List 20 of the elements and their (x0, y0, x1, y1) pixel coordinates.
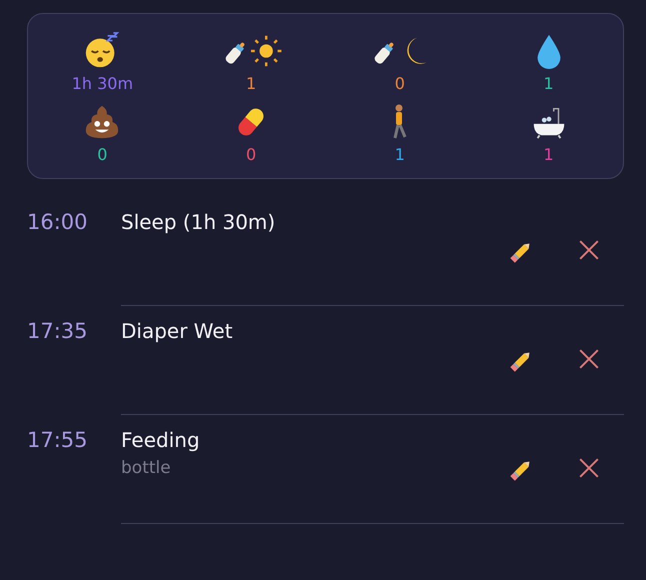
close-icon (578, 457, 600, 479)
summary-value: 0 (97, 145, 108, 164)
entry-time: 16:00 (27, 209, 89, 236)
summary-value: 0 (394, 74, 405, 93)
walking-person-icon (392, 104, 407, 140)
entry-time: 17:35 (27, 318, 89, 345)
entry-title: Sleep (1h 30m) (121, 210, 276, 234)
entry-title: Feeding (121, 428, 201, 452)
sleeping-face-icon (83, 32, 122, 70)
summary-value: 0 (246, 145, 256, 164)
summary-value: 1 (394, 145, 405, 164)
summary-value: 1 (544, 145, 554, 164)
close-icon (578, 348, 600, 370)
summary-value: 1h 30m (72, 74, 134, 93)
entry-note: bottle (121, 458, 172, 478)
close-icon (578, 239, 600, 261)
summary-value: 1 (544, 74, 554, 93)
summary-value: 1 (246, 74, 256, 93)
entry-time: 17:55 (27, 427, 89, 454)
entry-title: Diaper Wet (121, 319, 234, 343)
